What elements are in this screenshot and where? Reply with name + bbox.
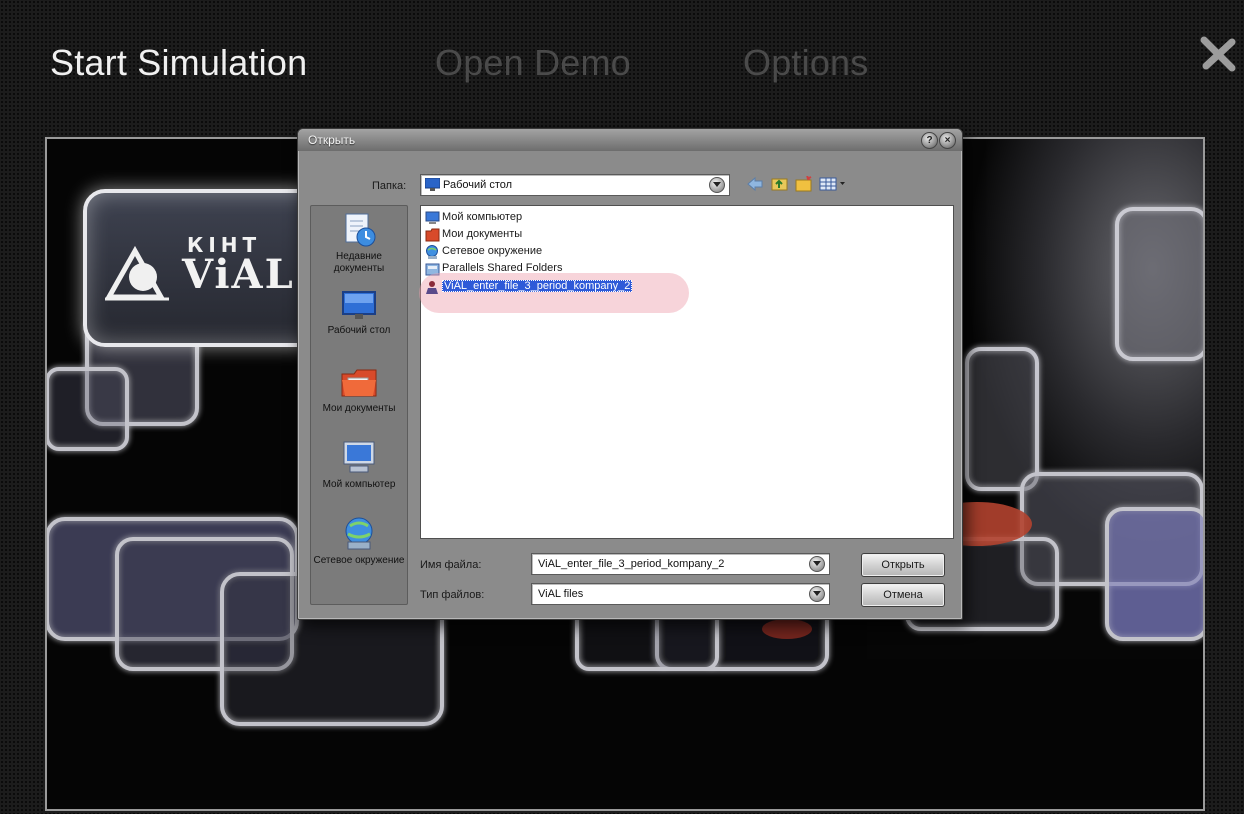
network-icon xyxy=(426,245,438,259)
filename-label: Имя файла: xyxy=(420,559,482,571)
lookin-combo[interactable]: Рабочий стол xyxy=(420,174,730,196)
vial-file-icon xyxy=(426,281,438,294)
new-folder-icon[interactable] xyxy=(795,176,813,192)
close-icon: × xyxy=(944,135,951,146)
my-computer-icon xyxy=(343,441,375,473)
filename-value: ViAL_enter_file_3_period_kompany_2 xyxy=(538,558,725,570)
place-desktop[interactable]: Рабочий стол xyxy=(311,290,407,337)
place-my-computer[interactable]: Мой компьютер xyxy=(311,440,407,491)
file-name: Сетевое окружение xyxy=(442,245,543,257)
place-network[interactable]: Сетевое окружение xyxy=(311,514,407,567)
place-recent[interactable]: Недавние документы xyxy=(311,212,407,275)
dialog-title: Открыть xyxy=(308,133,356,147)
place-label: Недавние документы xyxy=(333,251,385,274)
logo-vial-text: ViAL xyxy=(182,251,295,298)
top-navigation: Start Simulation Open Demo Options xyxy=(0,0,1244,120)
places-bar: Недавние документы Рабочий стол Мои доку… xyxy=(310,205,408,605)
chevron-down-icon[interactable] xyxy=(709,177,725,193)
place-label: Мой компьютер xyxy=(322,479,396,490)
open-button[interactable]: Открыть xyxy=(861,553,945,577)
help-button[interactable]: ? xyxy=(921,132,938,149)
options-link[interactable]: Options xyxy=(743,42,868,84)
dialog-titlebar[interactable]: Открыть ? × xyxy=(298,129,962,151)
network-icon xyxy=(345,517,373,550)
lookin-value: Рабочий стол xyxy=(443,179,513,191)
help-icon: ? xyxy=(926,135,933,146)
computer-icon xyxy=(425,211,440,224)
up-folder-icon[interactable] xyxy=(771,176,789,192)
close-x-icon[interactable] xyxy=(1198,34,1238,74)
vial-logo-mark-icon xyxy=(105,245,169,301)
desktop-small-icon xyxy=(425,178,440,191)
pink-highlight-annotation xyxy=(419,273,689,313)
open-demo-link[interactable]: Open Demo xyxy=(435,42,631,84)
documents-folder-icon xyxy=(425,228,440,242)
file-name: Мой компьютер xyxy=(442,211,523,223)
my-documents-icon xyxy=(341,369,377,397)
desktop-icon xyxy=(342,291,376,319)
lookin-label: Папка: xyxy=(372,180,407,192)
filetype-label: Тип файлов: xyxy=(420,589,485,601)
file-list[interactable]: Мой компьютер Мои документы Сетевое окру… xyxy=(419,205,954,539)
filetype-combo[interactable]: ViAL files xyxy=(531,583,830,605)
cancel-button[interactable]: Отмена xyxy=(861,583,945,607)
start-simulation-link[interactable]: Start Simulation xyxy=(50,42,307,84)
filename-combo[interactable]: ViAL_enter_file_3_period_kompany_2 xyxy=(531,553,830,575)
place-label: Рабочий стол xyxy=(327,325,391,336)
filetype-value: ViAL files xyxy=(538,588,584,600)
place-label: Мои документы xyxy=(322,403,396,414)
file-name: Мои документы xyxy=(442,228,523,240)
place-label: Сетевое окружение xyxy=(313,555,405,566)
file-name: ViAL_enter_file_3_period_kompany_2 xyxy=(442,280,633,292)
chevron-down-icon[interactable] xyxy=(809,586,825,602)
chevron-down-icon[interactable] xyxy=(809,556,825,572)
dialog-close-button[interactable]: × xyxy=(939,132,956,149)
open-file-dialog: Открыть ? × Папка: Рабочий стол Недавние… xyxy=(297,128,963,620)
view-menu-icon[interactable] xyxy=(819,176,847,192)
back-arrow-icon[interactable] xyxy=(746,176,764,192)
recent-docs-icon xyxy=(345,213,376,247)
place-my-documents[interactable]: Мои документы xyxy=(311,366,407,415)
